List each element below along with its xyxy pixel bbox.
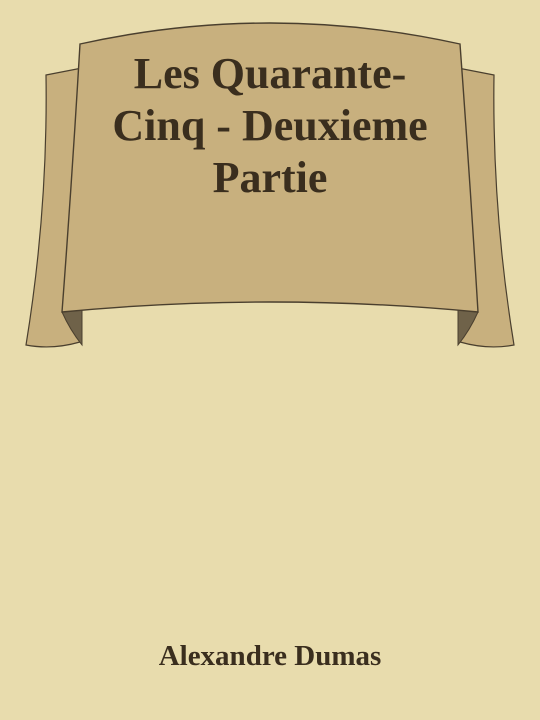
- book-cover: Les Quarante-Cinq - Deuxieme Partie Alex…: [0, 0, 540, 720]
- book-title: Les Quarante-Cinq - Deuxieme Partie: [112, 49, 428, 202]
- book-author: Alexandre Dumas: [158, 640, 382, 672]
